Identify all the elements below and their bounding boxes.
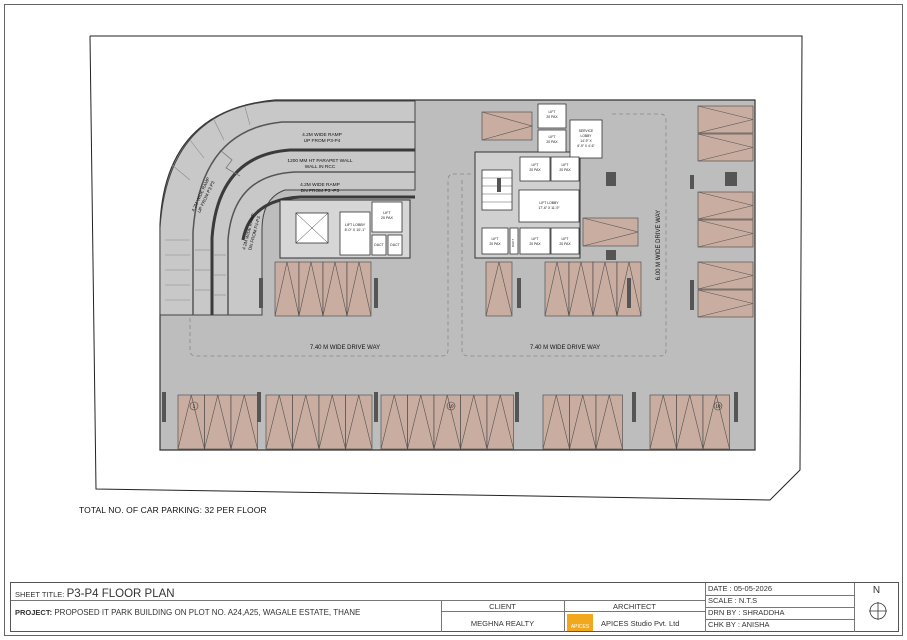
north-label: N [872,585,881,596]
parking-number: 18 [715,404,721,409]
parking-bay [542,394,570,450]
parking-bay [407,394,435,450]
client-name: MEGHNA REALTY [470,619,535,628]
drive-way-vertical: 6.00 M WIDE DRIVE WAY [656,210,662,280]
lobby-left-a: LIFT LOBBY [345,223,366,227]
lobby-left-b: 8'-0" X 10'-1" [345,228,366,232]
drive-way-left: 7.40 M WIDE DRIVE WAY [310,345,380,351]
parking-bay [544,261,570,317]
lift-bot-2-a: LIFT [532,237,539,241]
parking-bay [485,261,513,317]
floor-plan-drawing: 1 10 18 4.2M WIDE RAMP UP FROM P3-P4 1200 … [4,4,903,636]
parking-bay [697,261,754,290]
parking-bay [649,394,677,450]
lift-bot-3-a: LIFT [562,237,569,241]
lift-mid-2-a: LIFT [562,163,569,167]
ramp-label-1b: UP FROM P3-P4 [304,138,341,144]
lift-top-2-a: LIFT [549,135,556,139]
lift-top-1-a: LIFT [549,110,556,114]
project-label: PROJECT: [15,608,53,617]
drive-way-right: 7.40 M WIDE DRIVE WAY [530,345,600,351]
parking-bay [322,261,348,317]
ramp-label-2b: DN FROM P3 -P3 [301,188,340,194]
lift-bot-3-b: 20 PAX [559,242,571,246]
lobby-right-b: 17'-6" X 11'-9" [538,206,560,210]
architect-name: APICES Studio Pvt. Ltd [601,619,680,628]
parking-bay [346,261,372,317]
parking-bay [486,394,514,450]
north-arrow-icon [869,602,887,620]
divider [441,611,705,612]
parking-bay [345,394,373,450]
lift-mid-1-a: LIFT [532,163,539,167]
lift-bot-2-b: 20 PAX [529,242,541,246]
date-field: DATE : 05-05-2026 [708,584,773,593]
lift-bot-1 [481,227,509,255]
parking-bay [569,394,597,450]
lift-left-a: LIFT [383,211,391,215]
lift-bot-3 [550,227,580,255]
lift-bot-2 [519,227,551,255]
client-label: CLIENT [489,602,516,611]
checked-by-field: CHK BY : ANISHA [708,620,770,629]
parking-bay [697,289,754,318]
parking-bay [697,105,754,134]
sheet-title-label: SHEET TITLE: [15,590,65,599]
lift-top-2-b: 20 PAX [546,140,558,144]
lift-mid-1-b: 20 PAX [529,168,541,172]
parking-bay [676,394,704,450]
service-lobby-b: LOBBY [581,134,593,138]
divider [11,600,705,601]
lift-bot-1-b: 20 PAX [489,242,501,246]
scale-field: SCALE : N.T.S [708,596,758,605]
parking-bay [460,394,488,450]
lift-top-1-b: 20 PAX [546,115,558,119]
duct-2-label: DUCT [390,243,399,247]
lift-left-b: 20 PAX [381,216,394,220]
parking-bay [265,394,293,450]
parking-bay [204,394,232,450]
parking-bay [582,217,639,247]
parking-bay [481,111,533,141]
ramp-label-1a: 4.2M WIDE RAMP [302,132,342,138]
title-block: SHEET TITLE: P3-P4 FLOOR PLAN PROJECT: P… [10,582,899,632]
parking-bay [380,394,408,450]
parking-bay [697,219,754,248]
lift-bot-1-a: LIFT [492,237,499,241]
parking-bay [230,394,258,450]
service-lobby-c: 14'-9" X [580,139,592,143]
parking-bay [697,133,754,162]
lift-lobby-left [339,211,371,256]
lift-mid-2-b: 20 PAX [559,168,571,172]
parapet-label-b: WALL IN RCC [305,164,336,170]
lobby-right-a: LIFT LOBBY [539,201,559,205]
parking-number: 10 [448,404,454,409]
service-lobby-a: SERVICE [579,129,594,133]
service-lobby-d: 6'-9" X 4'-6" [577,144,595,148]
parking-bay [568,261,594,317]
architect-label: ARCHITECT [613,602,656,611]
architect-logo: APICES [567,614,593,631]
parking-bay [298,261,324,317]
parking-count-note: TOTAL NO. OF CAR PARKING: 32 PER FLOOR [79,505,267,515]
parapet-label-a: 1200 MM HT PARAPET WALL [287,158,352,164]
parking-bay [292,394,320,450]
parking-bay [318,394,346,450]
parking-bay [433,394,461,450]
parking-bay [697,191,754,220]
duct-1-label: DUCT [374,243,383,247]
project-name: PROPOSED IT PARK BUILDING ON PLOT NO. A2… [54,608,361,617]
parking-bay [592,261,618,317]
parking-bay [274,261,300,317]
sheet-title: P3-P4 FLOOR PLAN [66,588,175,600]
ramp-label-2a: 4.2M WIDE RAMP [300,182,340,188]
duct-3-label: DUCT [511,239,515,247]
parking-bay [595,394,623,450]
drawn-by-field: DRN BY : SHRADDHA [708,608,785,617]
